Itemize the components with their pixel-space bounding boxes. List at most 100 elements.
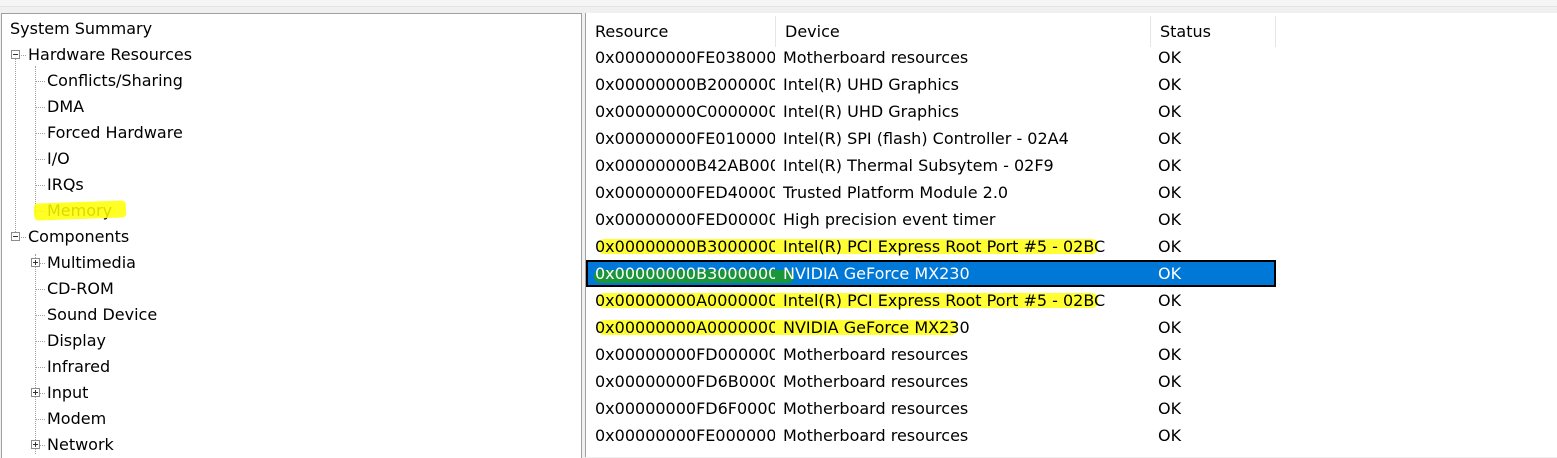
table-row[interactable]: 0x00000000C0000000... Intel(R) UHD Graphi… xyxy=(586,98,1276,125)
tree-item-components[interactable]: Components xyxy=(26,224,131,250)
cell-resource: 0x00000000FED40000... xyxy=(595,183,775,202)
cell-status: OK xyxy=(1158,345,1182,364)
table-row[interactable]: 0x00000000FD6F0000... Motherboard resourc… xyxy=(586,395,1276,422)
memory-highlight-mark xyxy=(33,200,127,221)
tree-item-multimedia[interactable]: Multimedia xyxy=(45,250,138,276)
column-header-status[interactable]: Status xyxy=(1151,16,1276,47)
tree-item-display[interactable]: Display xyxy=(45,328,108,354)
cell-device: Intel(R) UHD Graphics xyxy=(783,102,959,121)
tree-connector xyxy=(36,341,45,342)
cell-resource: 0x00000000FD6B0000... xyxy=(595,372,775,391)
tree-item-label: Conflicts/Sharing xyxy=(47,71,183,90)
cell-device: Intel(R) UHD Graphics xyxy=(783,75,959,94)
tree-item-label: Hardware Resources xyxy=(28,45,193,64)
tree-item-sound-device[interactable]: Sound Device xyxy=(45,302,159,328)
cell-resource: 0x00000000FD6F0000... xyxy=(595,399,775,418)
cell-resource: 0x00000000FED00000... xyxy=(595,210,775,229)
category-tree[interactable]: System Summary Hardware Resources Conflic… xyxy=(1,13,582,458)
tree-item-dma[interactable]: DMA xyxy=(45,94,86,120)
column-header-resource[interactable]: Resource xyxy=(586,16,776,47)
cell-status: OK xyxy=(1158,48,1182,67)
tree-item-label: CD-ROM xyxy=(47,279,114,298)
cell-resource: 0x00000000A0000000... xyxy=(595,318,775,337)
tree-item-label: Display xyxy=(47,331,106,350)
tree-connector xyxy=(36,133,45,134)
tree-item-label: DMA xyxy=(47,97,85,116)
table-row[interactable]: 0x00000000FED40000... Trusted Platform Mo… xyxy=(586,179,1276,206)
cell-resource: 0x00000000B2000000... xyxy=(595,75,775,94)
tree-item-modem[interactable]: Modem xyxy=(45,406,108,432)
cell-status: OK xyxy=(1158,426,1182,445)
tree-item-irqs[interactable]: IRQs xyxy=(45,172,86,198)
cell-resource: 0x00000000C0000000... xyxy=(595,102,775,121)
tree-connector xyxy=(36,107,45,108)
tree-connector xyxy=(36,315,45,316)
tree-connector xyxy=(36,367,45,368)
window-top-strip xyxy=(0,0,1557,12)
cell-status: OK xyxy=(1158,237,1182,256)
column-header-label: Resource xyxy=(595,22,669,41)
table-row[interactable]: 0x00000000FD000000... Motherboard resourc… xyxy=(586,341,1276,368)
column-header-label: Status xyxy=(1160,22,1211,41)
tree-connector xyxy=(36,81,45,82)
collapse-icon[interactable] xyxy=(11,232,20,241)
cell-status: OK xyxy=(1158,399,1182,418)
expand-icon[interactable] xyxy=(31,258,40,267)
expand-icon[interactable] xyxy=(31,440,40,449)
collapse-icon[interactable] xyxy=(11,50,20,59)
table-row[interactable]: 0x00000000B3000000... NVIDIA GeForce MX23… xyxy=(586,260,1276,287)
cell-device: Motherboard resources xyxy=(783,399,969,418)
tree-item-label: Components xyxy=(28,227,130,246)
cell-device: High precision event timer xyxy=(783,210,996,229)
cell-status: OK xyxy=(1158,156,1182,175)
table-row[interactable]: 0x00000000FE038000-... Motherboard resour… xyxy=(586,44,1276,71)
tree-connector xyxy=(36,185,45,186)
tree-item-label: Network xyxy=(47,435,114,454)
table-row[interactable]: 0x00000000FE000000-... Motherboard resour… xyxy=(586,422,1276,449)
cell-device: Motherboard resources xyxy=(783,372,969,391)
cell-status: OK xyxy=(1158,372,1182,391)
tree-connector xyxy=(35,254,36,454)
table-row[interactable]: 0x00000000A0000000... Intel(R) PCI Expres… xyxy=(586,287,1276,314)
cell-device: Intel(R) Thermal Subsytem - 02F9 xyxy=(783,156,1054,175)
table-row[interactable]: 0x00000000FD6B0000... Motherboard resourc… xyxy=(586,368,1276,395)
cell-status: OK xyxy=(1158,318,1182,337)
tree-item-label: Modem xyxy=(47,409,107,428)
tree-item-conflicts-sharing[interactable]: Conflicts/Sharing xyxy=(45,68,185,94)
table-row[interactable]: 0x00000000FE010000-... Intel(R) SPI (flas… xyxy=(586,125,1276,152)
column-header-device[interactable]: Device xyxy=(776,16,1151,47)
tree-connector xyxy=(36,159,45,160)
cell-status: OK xyxy=(1158,210,1182,229)
tree-item-input[interactable]: Input xyxy=(45,380,90,406)
cell-device: Intel(R) SPI (flash) Controller - 02A4 xyxy=(783,129,1069,148)
tree-connector xyxy=(36,289,45,290)
tree-item-forced-hardware[interactable]: Forced Hardware xyxy=(45,120,185,146)
tree-item-hardware-resources[interactable]: Hardware Resources xyxy=(26,42,194,68)
table-row[interactable]: 0x00000000B3000000... Intel(R) PCI Expres… xyxy=(586,233,1276,260)
tree-root[interactable]: System Summary xyxy=(8,16,154,42)
cell-resource: 0x00000000FE000000-... xyxy=(595,426,775,445)
table-row[interactable]: 0x00000000A0000000... NVIDIA GeForce MX23… xyxy=(586,314,1276,341)
tree-item-cd-rom[interactable]: CD-ROM xyxy=(45,276,116,302)
tree-root-label: System Summary xyxy=(10,19,153,38)
cell-device: Trusted Platform Module 2.0 xyxy=(783,183,1009,202)
cell-resource: 0x00000000FE010000-... xyxy=(595,129,775,148)
cell-resource: 0x00000000B42AB000... xyxy=(595,156,775,175)
table-row[interactable]: 0x00000000FED00000... High precision even… xyxy=(586,206,1276,233)
tree-item-i-o[interactable]: I/O xyxy=(45,146,72,172)
menu-bar-edge xyxy=(0,0,1557,7)
cell-status: OK xyxy=(1158,183,1182,202)
table-row[interactable]: 0x00000000B2000000... Intel(R) UHD Graphi… xyxy=(586,71,1276,98)
cell-device: NVIDIA GeForce MX230 xyxy=(783,318,970,337)
cell-device: Motherboard resources xyxy=(783,345,969,364)
tree-item-network[interactable]: Network xyxy=(45,432,116,458)
tree-item-infrared[interactable]: Infrared xyxy=(45,354,112,380)
cell-status: OK xyxy=(1158,129,1182,148)
cell-device: NVIDIA GeForce MX230 xyxy=(783,264,970,283)
cell-resource: 0x00000000FD000000... xyxy=(595,345,775,364)
expand-icon[interactable] xyxy=(31,388,40,397)
table-row[interactable]: 0x00000000B42AB000... Intel(R) Thermal Su… xyxy=(586,152,1276,179)
resource-list[interactable]: Resource Device Status 0x00000000FE03800… xyxy=(585,13,1557,457)
tree-connector xyxy=(35,66,36,214)
cell-status: OK xyxy=(1158,291,1182,310)
